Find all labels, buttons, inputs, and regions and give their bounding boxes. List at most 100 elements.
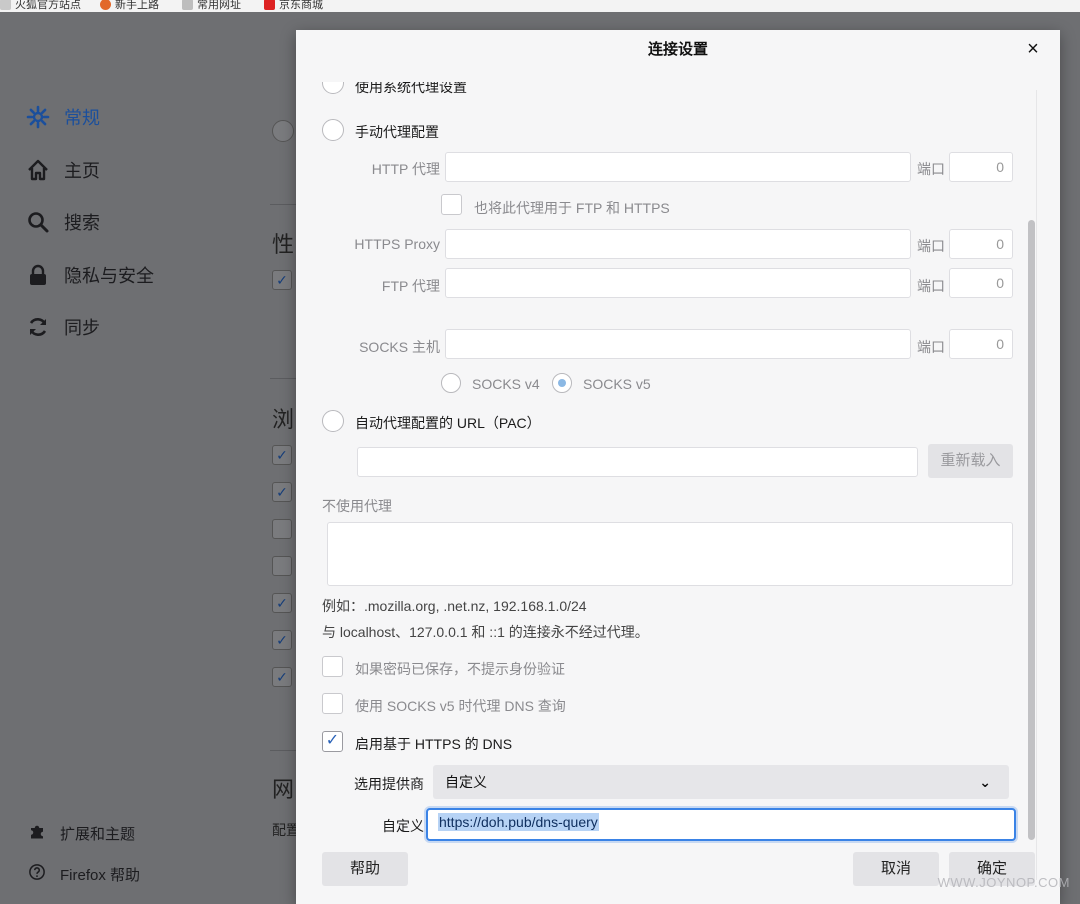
section-heading: 网 <box>272 777 295 802</box>
https-port-input[interactable]: 0 <box>949 229 1013 259</box>
pac-url-input[interactable] <box>357 447 918 477</box>
ftp-port-input[interactable]: 0 <box>949 268 1013 298</box>
section-heading: 浏 <box>272 407 295 432</box>
bg-radio <box>272 120 294 142</box>
bg-checkbox: ✓ <box>272 270 292 290</box>
sidebar-item-label: 扩展和主题 <box>60 825 136 843</box>
manual-proxy-label: 手动代理配置 <box>355 124 439 140</box>
https-proxy-input[interactable] <box>445 229 911 259</box>
ftp-proxy-input[interactable] <box>445 268 911 298</box>
bookmark-icon <box>100 0 111 10</box>
bookmark-icon <box>264 0 275 10</box>
bg-checkbox <box>272 556 292 576</box>
provider-label: 选用提供商 <box>354 776 424 792</box>
bookmark-item[interactable]: 火狐官方站点 <box>0 0 81 12</box>
system-proxy-label: 使用系统代理设置 <box>355 82 467 95</box>
also-use-label: 也将此代理用于 FTP 和 HTTPS <box>474 200 670 216</box>
scroll-track <box>1036 90 1037 880</box>
socks-host-label: SOCKS 主机 <box>359 339 440 355</box>
pac-radio[interactable] <box>322 410 344 432</box>
bg-checkbox: ✓ <box>272 667 292 687</box>
sidebar-item-label: Firefox 帮助 <box>60 866 141 884</box>
dialog-title: 连接设置 <box>647 41 708 58</box>
socks-v5-label: SOCKS v5 <box>583 376 651 392</box>
https-proxy-label: HTTPS Proxy <box>354 236 440 252</box>
localhost-note: 与 localhost、127.0.0.1 和 ::1 的连接永不经过代理。 <box>322 624 649 640</box>
example-note: 例如：.mozilla.org, .net.nz, 192.168.1.0/24 <box>322 598 587 614</box>
reload-button[interactable]: 重新载入 <box>928 444 1013 478</box>
sidebar-item-privacy[interactable]: 隐私与安全 <box>26 262 154 288</box>
settings-sidebar: 常规 主页 搜索 隐私与安全 同步 扩展和主题 Firefox 帮助 <box>0 12 260 904</box>
ftp-proxy-label: FTP 代理 <box>381 278 440 294</box>
bg-checkbox <box>272 519 292 539</box>
custom-label: 自定义 <box>382 818 424 834</box>
ftp-port-label: 端口 <box>917 278 945 294</box>
custom-doh-url-value: https://doh.pub/dns-query <box>438 813 599 831</box>
lock-icon <box>26 263 50 287</box>
custom-doh-url-input[interactable]: https://doh.pub/dns-query <box>426 808 1016 841</box>
gear-icon <box>26 105 50 129</box>
bg-checkbox: ✓ <box>272 630 292 650</box>
close-icon: × <box>1027 38 1039 60</box>
no-proxy-textarea[interactable] <box>327 522 1013 586</box>
socks-v4-radio[interactable] <box>441 373 461 393</box>
sync-icon <box>26 315 50 339</box>
provider-value: 自定义 <box>445 774 487 790</box>
sidebar-item-label: 主页 <box>64 161 100 181</box>
manual-proxy-radio[interactable] <box>322 119 344 141</box>
socks-dns-checkbox[interactable] <box>322 693 343 714</box>
bookmark-icon <box>182 0 193 10</box>
bookmark-icon <box>0 0 11 10</box>
sidebar-item-label: 搜索 <box>64 213 100 233</box>
http-port-input[interactable]: 0 <box>949 152 1013 182</box>
socks-v5-radio[interactable] <box>552 373 572 393</box>
section-heading: 性 <box>272 232 295 257</box>
socks-dns-label: 使用 SOCKS v5 时代理 DNS 查询 <box>355 698 566 714</box>
home-icon <box>26 158 50 182</box>
cancel-button[interactable]: 取消 <box>853 852 939 886</box>
pac-label: 自动代理配置的 URL（PAC） <box>355 415 541 431</box>
bookmark-item[interactable]: 常用网址 <box>182 0 241 12</box>
http-proxy-label: HTTP 代理 <box>371 161 440 177</box>
no-auth-prompt-label: 如果密码已保存，不提示身份验证 <box>355 661 565 677</box>
help-button[interactable]: 帮助 <box>322 852 408 886</box>
puzzle-icon <box>28 822 46 844</box>
bookmarks-bar: 火狐官方站点 新手上路 常用网址 京东商城 <box>0 0 1080 12</box>
bg-checkbox: ✓ <box>272 593 292 613</box>
https-port-label: 端口 <box>917 238 945 254</box>
bg-checkbox: ✓ <box>272 482 292 502</box>
provider-select[interactable]: 自定义 ⌄ <box>433 765 1009 799</box>
connection-settings-dialog: 连接设置 × 使用系统代理设置 手动代理配置 HTTP 代理 端口 0 也将此代… <box>296 30 1060 904</box>
close-button[interactable]: × <box>1022 39 1044 61</box>
watermark: WWW.JOYNOP.COM <box>937 875 1070 890</box>
sidebar-item-sync[interactable]: 同步 <box>26 314 100 340</box>
sidebar-item-label: 同步 <box>64 318 100 338</box>
search-icon <box>26 210 50 234</box>
no-proxy-label: 不使用代理 <box>322 498 392 514</box>
chevron-down-icon: ⌄ <box>979 774 991 790</box>
socks-port-label: 端口 <box>917 339 945 355</box>
socks-host-input[interactable] <box>445 329 911 359</box>
sidebar-item-home[interactable]: 主页 <box>26 157 100 183</box>
socks-port-input[interactable]: 0 <box>949 329 1013 359</box>
http-proxy-input[interactable] <box>445 152 911 182</box>
sidebar-item-label: 隐私与安全 <box>64 266 154 286</box>
socks-v4-label: SOCKS v4 <box>472 376 540 392</box>
http-port-label: 端口 <box>917 161 945 177</box>
sidebar-item-help[interactable]: Firefox 帮助 <box>28 863 140 885</box>
sidebar-item-search[interactable]: 搜索 <box>26 209 100 235</box>
bookmark-item[interactable]: 新手上路 <box>100 0 159 12</box>
help-icon <box>28 863 46 885</box>
doh-label: 启用基于 HTTPS 的 DNS <box>355 736 513 752</box>
also-use-checkbox[interactable] <box>441 194 462 215</box>
no-auth-prompt-checkbox[interactable] <box>322 656 343 677</box>
sidebar-item-general[interactable]: 常规 <box>26 104 100 130</box>
sidebar-item-label: 常规 <box>64 108 100 128</box>
bg-checkbox: ✓ <box>272 445 292 465</box>
doh-checkbox[interactable]: ✓ <box>322 731 343 752</box>
sidebar-item-extensions[interactable]: 扩展和主题 <box>28 822 135 844</box>
system-proxy-radio[interactable] <box>322 82 344 94</box>
system-proxy-row: 使用系统代理设置 <box>296 82 1016 102</box>
bookmark-item[interactable]: 京东商城 <box>264 0 323 12</box>
scrollbar[interactable] <box>1028 220 1035 840</box>
